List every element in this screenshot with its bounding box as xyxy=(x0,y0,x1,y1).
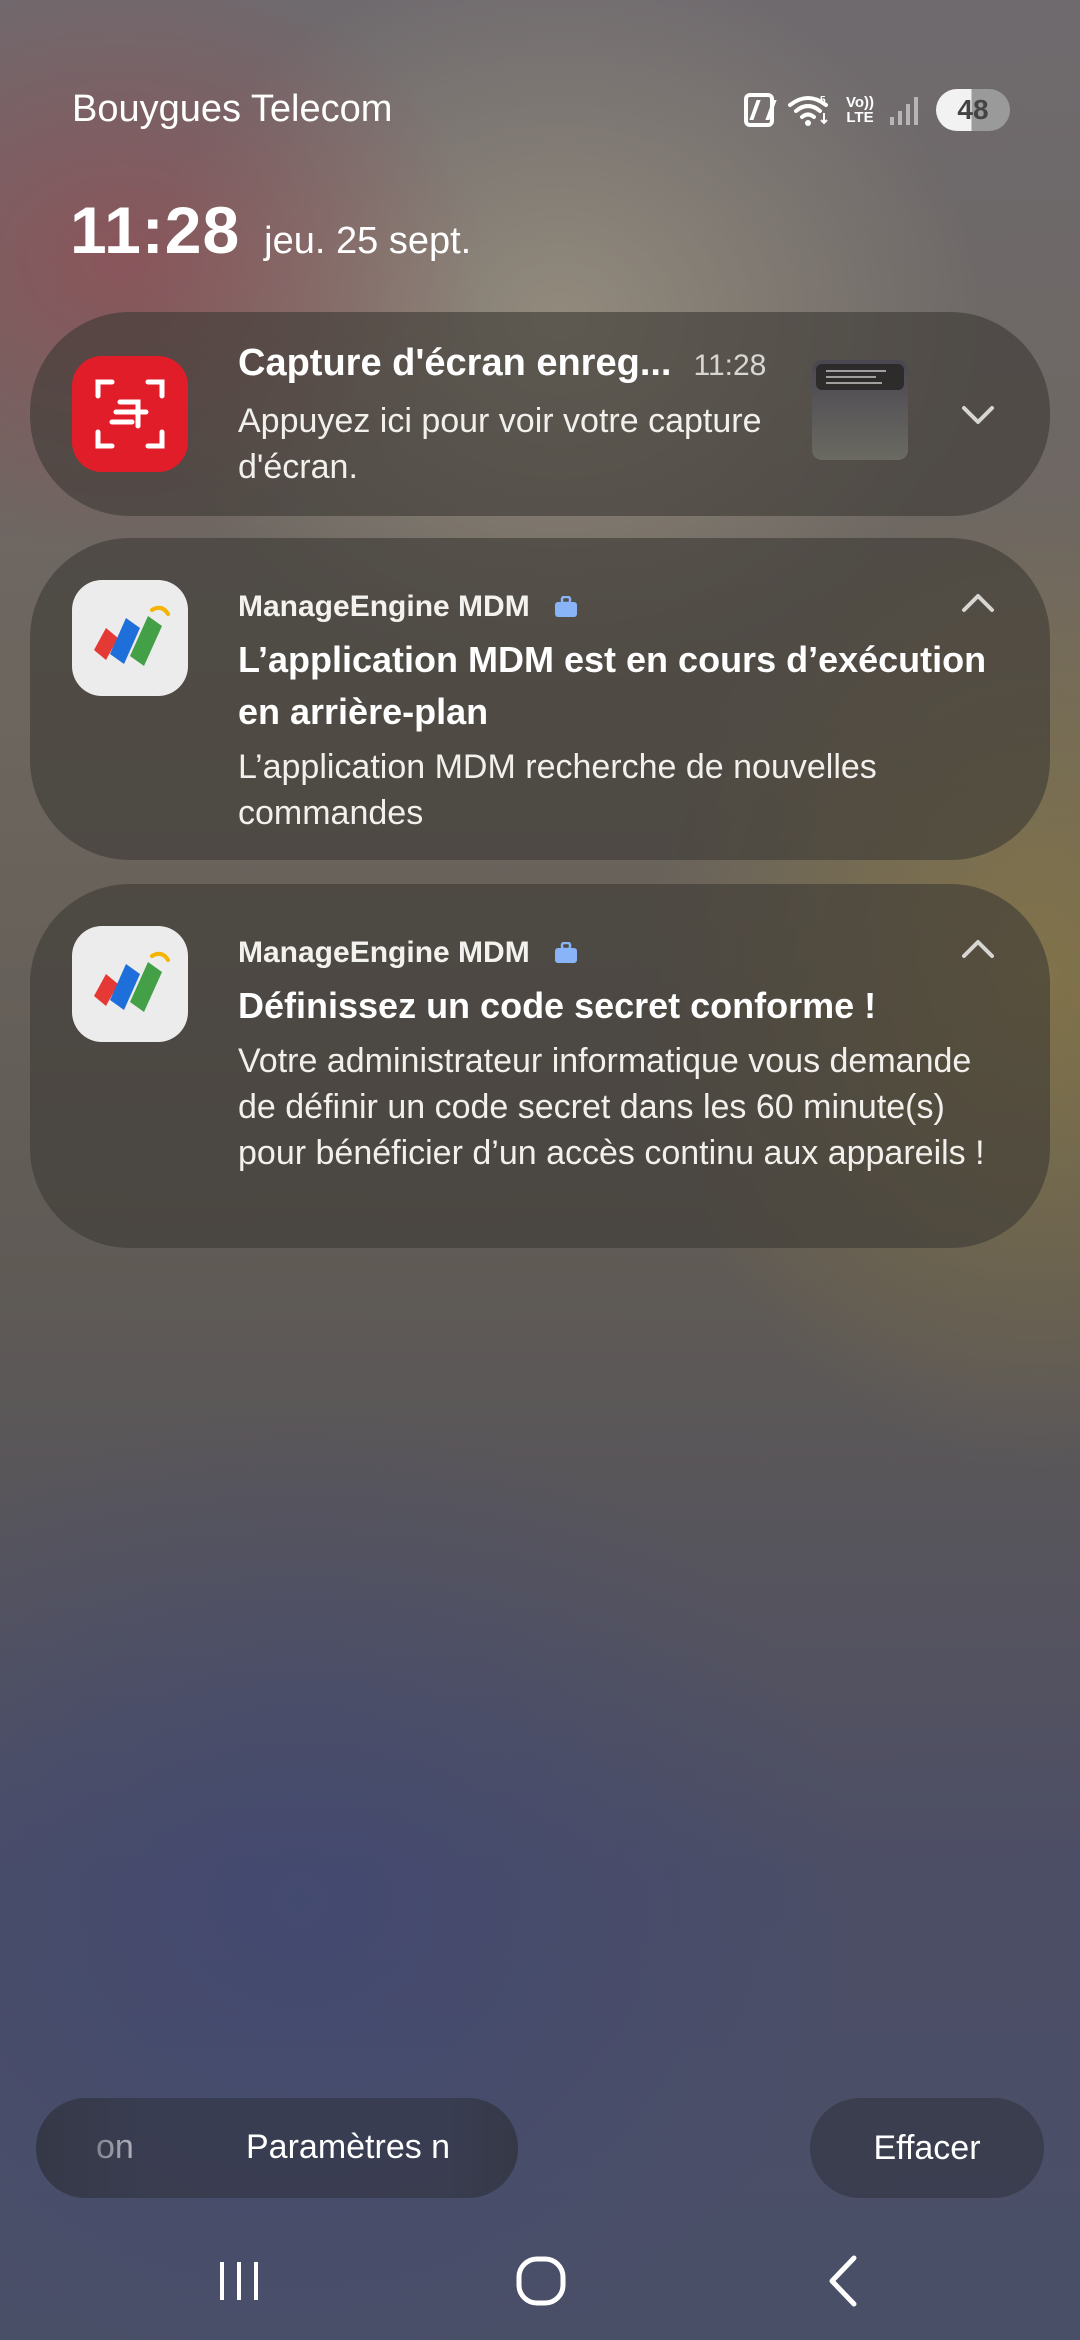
manageengine-app-icon xyxy=(72,580,188,696)
svg-text:5: 5 xyxy=(820,95,826,106)
notification-text: L’application MDM recherche de nouvelles… xyxy=(238,748,877,832)
app-name: ManageEngine MDM xyxy=(238,936,530,969)
carrier-name: Bouygues Telecom xyxy=(72,88,393,130)
briefcase-icon xyxy=(554,942,577,963)
manageengine-app-icon xyxy=(72,926,188,1042)
chevron-down-icon[interactable] xyxy=(958,394,998,434)
screenshot-icon xyxy=(95,379,165,449)
volte-icon: Vo)) LTE xyxy=(846,95,874,125)
notification-text: Votre administrateur informatique vous d… xyxy=(238,1042,985,1172)
notification-screenshot[interactable]: Capture d'écran enreg... 11:28 Appuyez i… xyxy=(30,312,1050,516)
app-name: ManageEngine MDM xyxy=(238,590,530,623)
status-bar: Bouygues Telecom 5 Vo)) LTE 48 xyxy=(0,0,1080,220)
notification-header: ManageEngine MDM xyxy=(238,590,578,624)
chevron-up-icon[interactable] xyxy=(958,930,998,970)
back-icon[interactable] xyxy=(810,2246,880,2316)
notification-title: Capture d'écran enreg... xyxy=(238,342,672,384)
thumbnail-line xyxy=(826,376,876,378)
screenshot-thumbnail[interactable] xyxy=(812,360,908,460)
home-icon[interactable] xyxy=(506,2246,576,2316)
chevron-up-icon[interactable] xyxy=(958,584,998,624)
battery-badge: 48 xyxy=(936,89,1010,131)
briefcase-icon xyxy=(554,596,577,617)
recent-apps-icon[interactable] xyxy=(204,2246,274,2316)
manageengine-icon xyxy=(94,605,170,666)
notification-title: Définissez un code secret conforme ! xyxy=(238,985,877,1026)
thumbnail-line xyxy=(826,370,886,372)
notification-text: Appuyez ici pour voir votre capture d'éc… xyxy=(238,402,762,486)
screenshot-app-icon xyxy=(72,356,188,472)
volte-top-text: Vo)) xyxy=(845,94,874,111)
navigation-bar xyxy=(0,2220,1080,2340)
notification-mdm-running[interactable]: ManageEngine MDM L’application MDM est e… xyxy=(30,538,1050,860)
notification-header: ManageEngine MDM xyxy=(238,936,578,970)
fade-overlay xyxy=(36,2098,146,2198)
status-icons: 5 Vo)) LTE 48 xyxy=(743,86,1010,134)
notification-title: L’application MDM est en cours d’exécuti… xyxy=(238,639,987,732)
nfc-icon xyxy=(743,93,774,127)
manageengine-icon xyxy=(94,951,170,1012)
fade-overlay xyxy=(448,2098,518,2198)
notification-time: 11:28 xyxy=(693,349,767,382)
clock-time: 11:28 xyxy=(70,193,241,267)
clear-button[interactable]: Effacer xyxy=(810,2098,1044,2198)
signal-icon xyxy=(890,97,918,125)
clock-row: 11:28 jeu. 25 sept. xyxy=(70,192,471,268)
notification-mdm-passcode[interactable]: ManageEngine MDM Définissez un code secr… xyxy=(30,884,1050,1248)
clock-date: jeu. 25 sept. xyxy=(264,220,472,262)
notification-header: Capture d'écran enreg... 11:28 xyxy=(238,342,798,385)
thumbnail-line xyxy=(826,382,882,384)
notification-settings-button[interactable]: on Paramètres n xyxy=(36,2098,518,2198)
settings-label: Paramètres n xyxy=(246,2128,451,2166)
wifi-icon: 5 xyxy=(787,95,828,126)
volte-bottom-text: LTE xyxy=(846,109,874,126)
